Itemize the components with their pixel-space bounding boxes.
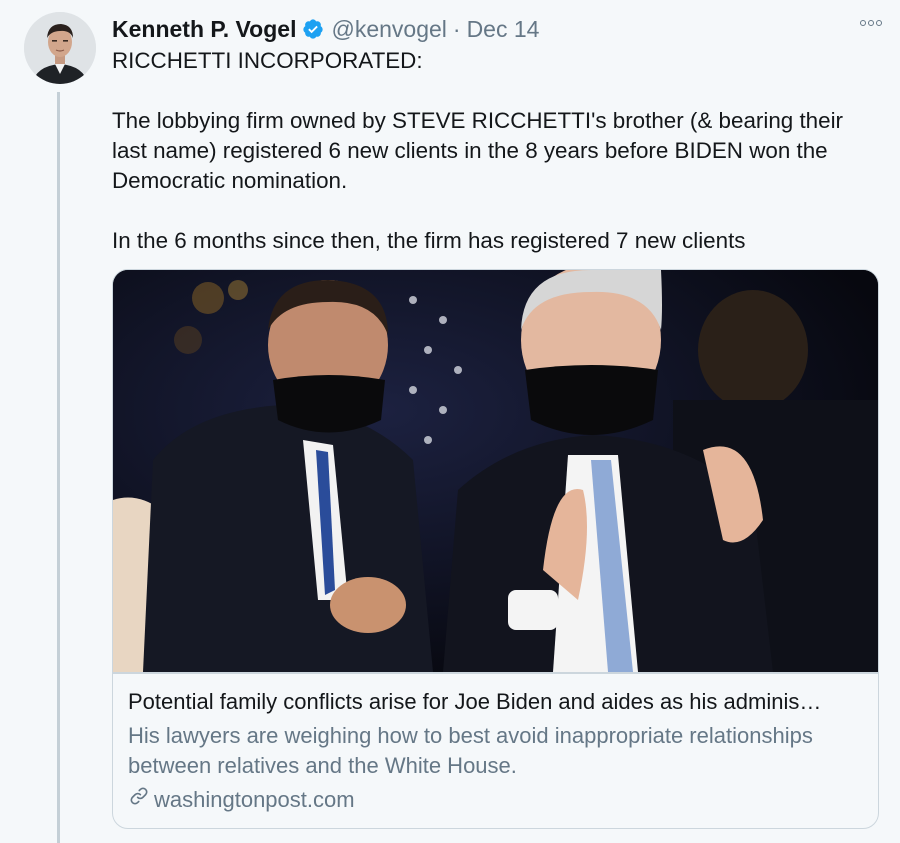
tweet-line-1: RICCHETTI INCORPORATED: <box>112 48 423 73</box>
card-image[interactable] <box>113 270 878 672</box>
tweet[interactable]: Kenneth P. Vogel @kenvogel · Dec 14 RICC… <box>0 0 900 843</box>
more-options-icon[interactable] <box>860 20 882 26</box>
link-icon <box>128 785 154 815</box>
link-preview-card[interactable]: Potential family conflicts arise for Joe… <box>112 269 879 829</box>
author-display-name[interactable]: Kenneth P. Vogel <box>112 16 296 43</box>
card-domain[interactable]: washingtonpost.com <box>128 785 355 815</box>
tweet-date[interactable]: Dec 14 <box>467 16 540 43</box>
card-divider <box>113 672 878 674</box>
card-title[interactable]: Potential family conflicts arise for Joe… <box>128 687 868 717</box>
separator-dot: · <box>452 15 461 42</box>
tweet-paragraph-3: In the 6 months since then, the firm has… <box>112 228 746 253</box>
tweet-paragraph-2: The lobbying firm owned by STEVE RICCHET… <box>112 108 844 193</box>
verified-badge-icon <box>302 18 324 40</box>
more-dot <box>876 20 882 26</box>
avatar[interactable] <box>24 12 96 84</box>
card-domain-text: washingtonpost.com <box>154 787 355 812</box>
thread-line <box>57 92 60 843</box>
more-dot <box>868 20 874 26</box>
more-dot <box>860 20 866 26</box>
tweet-header: Kenneth P. Vogel @kenvogel · Dec 14 <box>112 12 539 46</box>
tweet-text: RICCHETTI INCORPORATED: The lobbying fir… <box>112 46 882 256</box>
author-handle[interactable]: @kenvogel <box>331 16 446 43</box>
card-description: His lawyers are weighing how to best avo… <box>128 723 813 778</box>
